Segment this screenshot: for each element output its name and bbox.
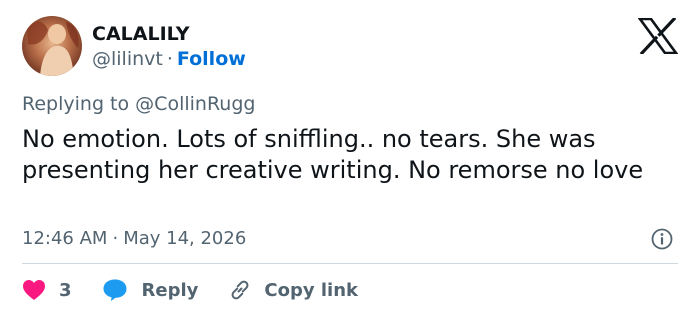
divider bbox=[22, 263, 678, 264]
reply-button[interactable]: Reply bbox=[102, 278, 199, 302]
x-logo-icon[interactable] bbox=[637, 16, 679, 56]
avatar[interactable] bbox=[22, 16, 82, 76]
copy-link-label: Copy link bbox=[264, 279, 358, 301]
reply-label: Reply bbox=[141, 279, 199, 301]
user-handle[interactable]: @lilinvt bbox=[92, 48, 163, 70]
info-icon[interactable] bbox=[651, 228, 673, 250]
tweet-text: No emotion. Lots of sniffling.. no tears… bbox=[22, 125, 644, 184]
follow-link[interactable]: Follow bbox=[177, 48, 246, 70]
handle-separator: · bbox=[166, 48, 173, 70]
avatar-image bbox=[22, 16, 82, 76]
like-count: 3 bbox=[59, 279, 72, 301]
speech-bubble-icon bbox=[103, 279, 127, 301]
tweet-time[interactable]: 12:46 AM bbox=[22, 228, 107, 249]
link-icon bbox=[231, 280, 249, 300]
action-bar: 3 Reply Copy link bbox=[22, 276, 358, 304]
reply-mention-link[interactable]: @CollinRugg bbox=[135, 93, 255, 115]
display-name[interactable]: CALALILY bbox=[92, 22, 190, 46]
heart-icon bbox=[23, 280, 45, 300]
like-button[interactable]: 3 bbox=[22, 279, 72, 301]
reply-context-prefix: Replying to bbox=[22, 93, 130, 115]
reply-context: Replying to @CollinRugg bbox=[22, 92, 255, 116]
handle-row: @lilinvt · Follow bbox=[92, 47, 246, 71]
timestamp-separator: · bbox=[112, 228, 119, 249]
copy-link-button[interactable]: Copy link bbox=[228, 278, 358, 302]
timestamp-row: 12:46 AM · May 14, 2026 bbox=[22, 227, 246, 251]
tweet-date[interactable]: May 14, 2026 bbox=[123, 228, 246, 249]
